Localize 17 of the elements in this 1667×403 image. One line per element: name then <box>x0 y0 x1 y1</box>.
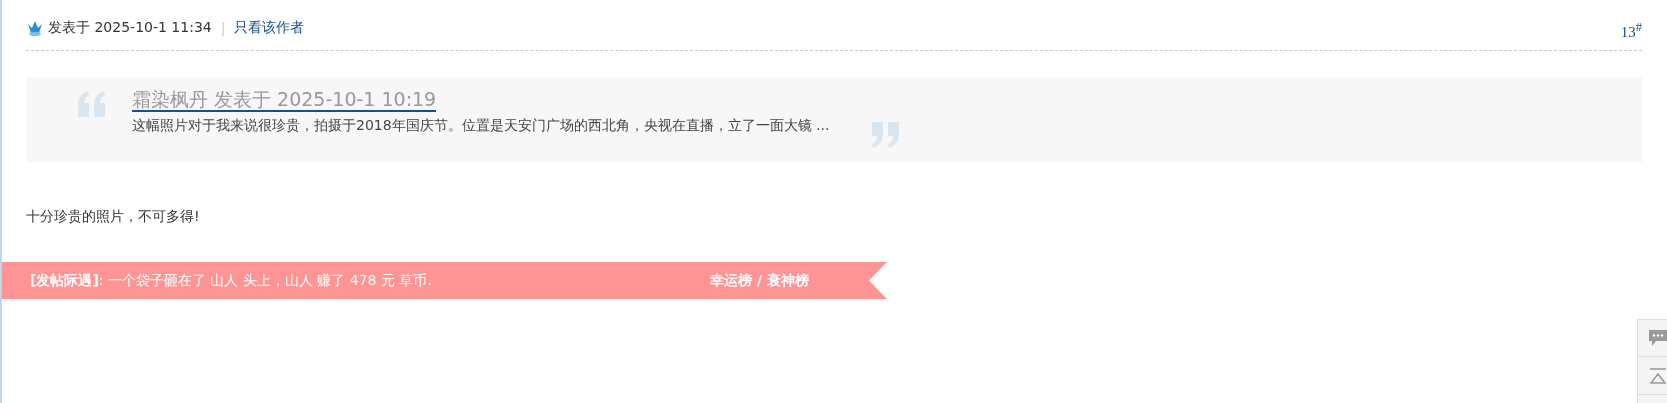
floor-number[interactable]: 13$^{#}$ <box>1620 20 1642 41</box>
close-quote-icon <box>869 122 902 148</box>
speech-bubble-icon <box>1648 328 1667 348</box>
ranking-link[interactable]: 幸运榜 <box>709 271 752 290</box>
ranking-link[interactable]: 衰神榜 <box>767 271 809 290</box>
link-separator: / <box>756 271 762 290</box>
only-author-link[interactable]: 只看该作者 <box>234 18 305 37</box>
back-to-top-button[interactable] <box>1637 357 1667 395</box>
separator: | <box>220 19 226 36</box>
up-arrow-icon <box>1648 365 1667 386</box>
reply-message: 十分珍贵的照片，不可多得! <box>26 208 201 226</box>
event-text: [发帖际遇]: 一个袋子砸在了 山人 头上，山人 赚了 478 元 草币. <box>30 271 432 290</box>
quote-excerpt: 这幅照片对于我来说很珍贵，拍摄于2018年国庆节。位置是天安门广场的西北角，央视在直播，立了一面大镜 ... <box>132 116 830 135</box>
quote-author-link[interactable]: 霜染枫丹 发表于 2025-10-1 10:19 <box>132 89 437 112</box>
comment-button[interactable] <box>1637 319 1667 357</box>
open-quote-icon <box>76 91 108 117</box>
post-time: 发表于 2025-10-1 11:34 <box>48 18 212 37</box>
